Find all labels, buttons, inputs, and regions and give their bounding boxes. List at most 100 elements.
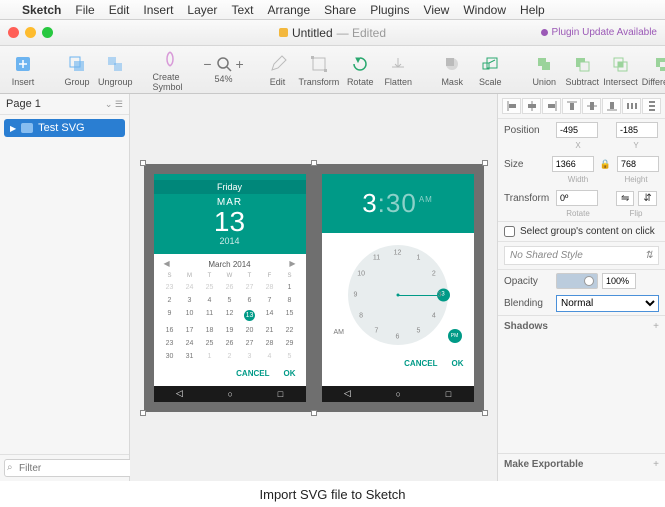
create-symbol-tool[interactable]: Create Symbol <box>153 48 187 92</box>
difference-tool[interactable]: Difference <box>642 53 665 87</box>
lock-aspect-icon[interactable]: 🔒 <box>598 159 613 170</box>
selection-handle[interactable] <box>311 410 317 416</box>
transform-label: Transform <box>504 193 552 204</box>
position-x-input[interactable] <box>556 122 598 138</box>
menu-help[interactable]: Help <box>520 3 545 17</box>
rotate-input[interactable] <box>556 190 598 206</box>
disclosure-triangle-icon[interactable]: ▶ <box>10 124 16 133</box>
home-icon: ○ <box>228 389 233 399</box>
document-name: Untitled <box>292 26 333 40</box>
zoom-in-button[interactable]: + <box>236 56 244 72</box>
next-month-icon: ▶ <box>289 259 295 268</box>
menu-arrange[interactable]: Arrange <box>267 3 310 17</box>
menu-app[interactable]: Sketch <box>22 3 61 17</box>
clock-cancel: CANCEL <box>404 359 437 368</box>
size-label: Size <box>504 159 548 170</box>
clock-time: 3:30AM <box>322 188 474 219</box>
menu-layer[interactable]: Layer <box>187 3 217 17</box>
inspector-panel: Position XY Size 🔒 WidthHeight Transform… <box>497 94 665 481</box>
insert-tool[interactable]: Insert <box>6 53 40 87</box>
add-shadow-icon[interactable]: + <box>653 321 659 332</box>
layer-row-selected[interactable]: ▶ Test SVG <box>4 119 125 137</box>
menu-plugins[interactable]: Plugins <box>370 3 409 17</box>
select-contents-label: Select group's content on click <box>520 226 655 237</box>
plugin-update-badge[interactable]: Plugin Update Available <box>541 27 657 38</box>
menu-window[interactable]: Window <box>463 3 506 17</box>
flatten-tool[interactable]: Flatten <box>381 53 415 87</box>
calendar-month-full: March 2014 <box>208 260 250 269</box>
zoom-window-button[interactable] <box>42 27 53 38</box>
shared-style-dropdown[interactable]: No Shared Style⇅ <box>504 246 659 265</box>
zoom-level[interactable]: 54% <box>215 74 233 84</box>
menu-share[interactable]: Share <box>324 3 356 17</box>
back-icon: ◁ <box>176 388 183 399</box>
scale-tool[interactable]: Scale <box>473 53 507 87</box>
filter-bar: ⌕ ◧ 0 <box>0 454 129 481</box>
layer-name: Test SVG <box>38 122 84 134</box>
make-exportable-section[interactable]: Make Exportable+ <box>498 453 665 475</box>
search-icon: ⌕ <box>7 462 13 473</box>
mask-tool[interactable]: Mask <box>435 53 469 87</box>
group-tool[interactable]: Group <box>60 53 94 87</box>
blending-select[interactable]: Normal <box>556 295 659 312</box>
selected-group[interactable]: Friday MAR 13 2014 ◀ March 2014 ▶ SMTWTF… <box>144 164 484 412</box>
position-y-input[interactable] <box>616 122 658 138</box>
selection-handle[interactable] <box>482 160 488 166</box>
canvas[interactable]: Friday MAR 13 2014 ◀ March 2014 ▶ SMTWTF… <box>130 94 497 481</box>
height-input[interactable] <box>617 156 659 172</box>
intersect-tool[interactable]: Intersect <box>603 53 638 87</box>
macos-menubar: Sketch File Edit Insert Layer Text Arran… <box>0 0 665 20</box>
figure-caption: Import SVG file to Sketch <box>0 481 665 507</box>
pm-label: PM <box>448 329 462 343</box>
selection-handle[interactable] <box>140 410 146 416</box>
window-titlebar: Untitled — Edited Plugin Update Availabl… <box>0 20 665 46</box>
calendar-ok: OK <box>284 369 296 378</box>
opacity-value-input[interactable] <box>602 273 636 289</box>
shadows-section[interactable]: Shadows+ <box>498 315 665 337</box>
menu-text[interactable]: Text <box>231 3 253 17</box>
calendar-dow: Friday <box>154 180 306 194</box>
dropdown-arrows-icon: ⇅ <box>645 250 653 261</box>
opacity-slider[interactable] <box>556 273 598 289</box>
distribute-h-button[interactable] <box>622 98 641 114</box>
align-top-button[interactable] <box>562 98 581 114</box>
align-vcenter-button[interactable] <box>582 98 601 114</box>
align-bottom-button[interactable] <box>602 98 621 114</box>
zoom-controls: − + 54% <box>207 56 241 84</box>
window-controls <box>8 27 53 38</box>
selection-handle[interactable] <box>311 160 317 166</box>
position-label: Position <box>504 125 552 136</box>
align-left-button[interactable] <box>502 98 521 114</box>
blending-label: Blending <box>504 298 552 309</box>
add-export-icon[interactable]: + <box>653 459 659 470</box>
subtract-tool[interactable]: Subtract <box>565 53 599 87</box>
flip-h-button[interactable]: ⇋ <box>616 191 634 206</box>
magnifier-icon <box>216 56 232 72</box>
android-navbar: ◁ ○ □ <box>154 386 306 402</box>
ungroup-tool[interactable]: Ungroup <box>98 53 133 87</box>
menu-file[interactable]: File <box>75 3 94 17</box>
flip-v-button[interactable]: ⇵ <box>638 191 656 206</box>
align-right-button[interactable] <box>542 98 561 114</box>
pages-dropdown[interactable]: Page 1⌄ ☰ <box>0 94 129 115</box>
am-label: AM <box>334 329 345 343</box>
width-input[interactable] <box>552 156 594 172</box>
selection-handle[interactable] <box>140 160 146 166</box>
union-tool[interactable]: Union <box>527 53 561 87</box>
timepicker-mockup: 3:30AM 3 121234567891011 AM PM CANCEL O <box>322 174 474 402</box>
menu-view[interactable]: View <box>424 3 450 17</box>
minimize-window-button[interactable] <box>25 27 36 38</box>
selection-handle[interactable] <box>482 410 488 416</box>
transform-tool[interactable]: Transform <box>299 53 340 87</box>
menu-edit[interactable]: Edit <box>109 3 130 17</box>
align-hcenter-button[interactable] <box>522 98 541 114</box>
select-contents-checkbox[interactable] <box>504 226 515 237</box>
menu-insert[interactable]: Insert <box>143 3 173 17</box>
recents-icon: □ <box>278 389 283 399</box>
zoom-out-button[interactable]: − <box>203 56 211 72</box>
close-window-button[interactable] <box>8 27 19 38</box>
edit-tool[interactable]: Edit <box>261 53 295 87</box>
calendar-grid: SMTWTFS232425262728123456789101112131415… <box>154 271 306 363</box>
rotate-tool[interactable]: Rotate <box>343 53 377 87</box>
distribute-v-button[interactable] <box>642 98 661 114</box>
